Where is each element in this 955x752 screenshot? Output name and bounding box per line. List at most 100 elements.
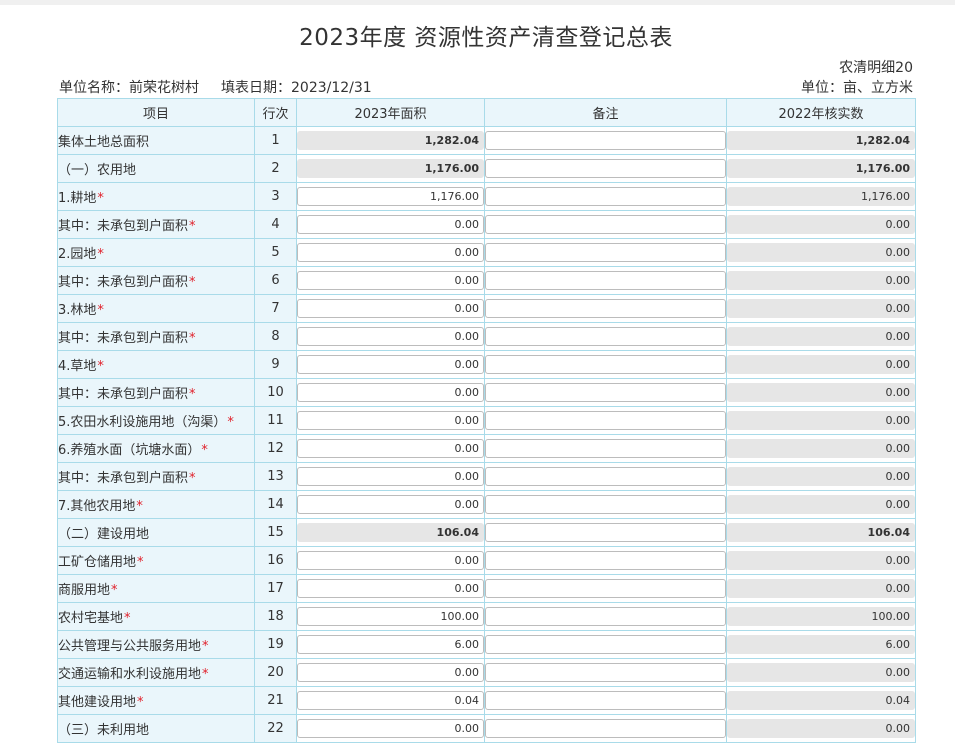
row-item-cell: 2.园地* (57, 238, 255, 267)
area-2023-input[interactable]: 0.00 (297, 439, 484, 458)
note-input[interactable] (485, 719, 726, 738)
area-2023-input[interactable]: 0.00 (297, 579, 484, 598)
area-2023-input[interactable]: 0.00 (297, 215, 484, 234)
verified-2022-value: 0.00 (727, 439, 915, 458)
note-input[interactable] (485, 299, 726, 318)
note-cell (484, 154, 727, 183)
row-number: 21 (254, 686, 297, 715)
note-input[interactable] (485, 523, 726, 542)
row-item-label: 农村宅基地 (58, 611, 124, 626)
required-mark: * (97, 191, 104, 206)
note-cell (484, 378, 727, 407)
col-header-area-2023: 2023年面积 (296, 98, 485, 127)
area-2023-input[interactable]: 100.00 (297, 607, 484, 626)
row-number: 8 (254, 322, 297, 351)
note-input[interactable] (485, 271, 726, 290)
row-item-label: 商服用地 (58, 583, 111, 598)
row-item-cell: 4.草地* (57, 350, 255, 379)
required-mark: * (189, 275, 196, 290)
row-item-cell: 其中：未承包到户面积* (57, 210, 255, 239)
required-mark: * (202, 639, 209, 654)
note-input[interactable] (485, 495, 726, 514)
area-2023-input[interactable]: 0.00 (297, 411, 484, 430)
required-mark: * (189, 331, 196, 346)
verified-2022-value: 0.00 (727, 579, 915, 598)
note-input[interactable] (485, 579, 726, 598)
row-item-cell: 其中：未承包到户面积* (57, 322, 255, 351)
note-input[interactable] (485, 635, 726, 654)
row-item-label: 其他建设用地 (58, 695, 137, 710)
area-2023-input[interactable]: 0.00 (297, 467, 484, 486)
area-2023-input[interactable]: 0.00 (297, 383, 484, 402)
area-2023-input[interactable]: 0.00 (297, 355, 484, 374)
note-input[interactable] (485, 215, 726, 234)
area-2023-input[interactable]: 0.00 (297, 327, 484, 346)
row-item-cell: 农村宅基地* (57, 602, 255, 631)
note-input[interactable] (485, 663, 726, 682)
area-2023-input[interactable]: 6.00 (297, 635, 484, 654)
row-item-cell: 其中：未承包到户面积* (57, 378, 255, 407)
verified-2022-value: 0.00 (727, 271, 915, 290)
required-mark: * (136, 499, 143, 514)
verified-2022-cell: 0.00 (726, 350, 916, 379)
table-row: 交通运输和水利设施用地* 20 0.00 0.00 (57, 658, 916, 687)
row-number: 13 (254, 462, 297, 491)
area-2023-input[interactable]: 0.04 (297, 691, 484, 710)
note-cell (484, 658, 727, 687)
required-mark: * (227, 415, 234, 430)
table-row: 其中：未承包到户面积* 10 0.00 0.00 (57, 378, 916, 407)
area-2023-input[interactable]: 0.00 (297, 663, 484, 682)
area-2023-input[interactable]: 0.00 (297, 243, 484, 262)
row-item-cell: （三）未利用地 (57, 714, 255, 743)
note-input[interactable] (485, 327, 726, 346)
area-2023-cell: 0.00 (296, 658, 485, 687)
row-number: 19 (254, 630, 297, 659)
note-input[interactable] (485, 439, 726, 458)
note-input[interactable] (485, 551, 726, 570)
note-input[interactable] (485, 467, 726, 486)
verified-2022-cell: 0.00 (726, 658, 916, 687)
row-number: 6 (254, 266, 297, 295)
area-2023-input[interactable]: 0.00 (297, 719, 484, 738)
verified-2022-value: 6.00 (727, 635, 915, 654)
note-cell (484, 574, 727, 603)
required-mark: * (97, 247, 104, 262)
note-input[interactable] (485, 383, 726, 402)
note-input[interactable] (485, 691, 726, 710)
area-2023-input[interactable]: 0.00 (297, 271, 484, 290)
row-item-cell: 5.农田水利设施用地（沟渠）* (57, 406, 255, 435)
row-item-label: 其中：未承包到户面积 (58, 387, 189, 402)
area-2023-input[interactable]: 0.00 (297, 495, 484, 514)
note-input[interactable] (485, 243, 726, 262)
note-input[interactable] (485, 187, 726, 206)
required-mark: * (111, 583, 118, 598)
note-cell (484, 714, 727, 743)
required-mark: * (201, 443, 208, 458)
note-input[interactable] (485, 411, 726, 430)
row-number: 16 (254, 546, 297, 575)
area-2023-input[interactable]: 0.00 (297, 299, 484, 318)
note-input[interactable] (485, 159, 726, 178)
row-item-label: 其中：未承包到户面积 (58, 219, 189, 234)
verified-2022-value: 0.00 (727, 215, 915, 234)
note-cell (484, 294, 727, 323)
note-input[interactable] (485, 355, 726, 374)
note-cell (484, 322, 727, 351)
area-2023-cell: 106.04 (296, 518, 485, 547)
area-2023-input[interactable]: 1,176.00 (297, 187, 484, 206)
note-input[interactable] (485, 131, 726, 150)
row-item-label: 6.养殖水面（坑塘水面） (58, 443, 201, 458)
note-cell (484, 518, 727, 547)
note-cell (484, 602, 727, 631)
table-body: 集体土地总面积 1 1,282.04 1,282.04 （一）农用地 2 1,176.00 1… (57, 126, 916, 743)
verified-2022-cell: 0.00 (726, 294, 916, 323)
verified-2022-cell: 100.00 (726, 602, 916, 631)
row-item-label: 4.草地 (58, 359, 97, 374)
unit-name-label: 单位名称：前荣花树村 (59, 80, 199, 96)
area-2023-input[interactable]: 0.00 (297, 551, 484, 570)
note-input[interactable] (485, 607, 726, 626)
fill-date-label: 填表日期：2023/12/31 (221, 80, 372, 96)
row-item-cell: 商服用地* (57, 574, 255, 603)
area-2023-cell: 0.00 (296, 378, 485, 407)
row-number: 12 (254, 434, 297, 463)
